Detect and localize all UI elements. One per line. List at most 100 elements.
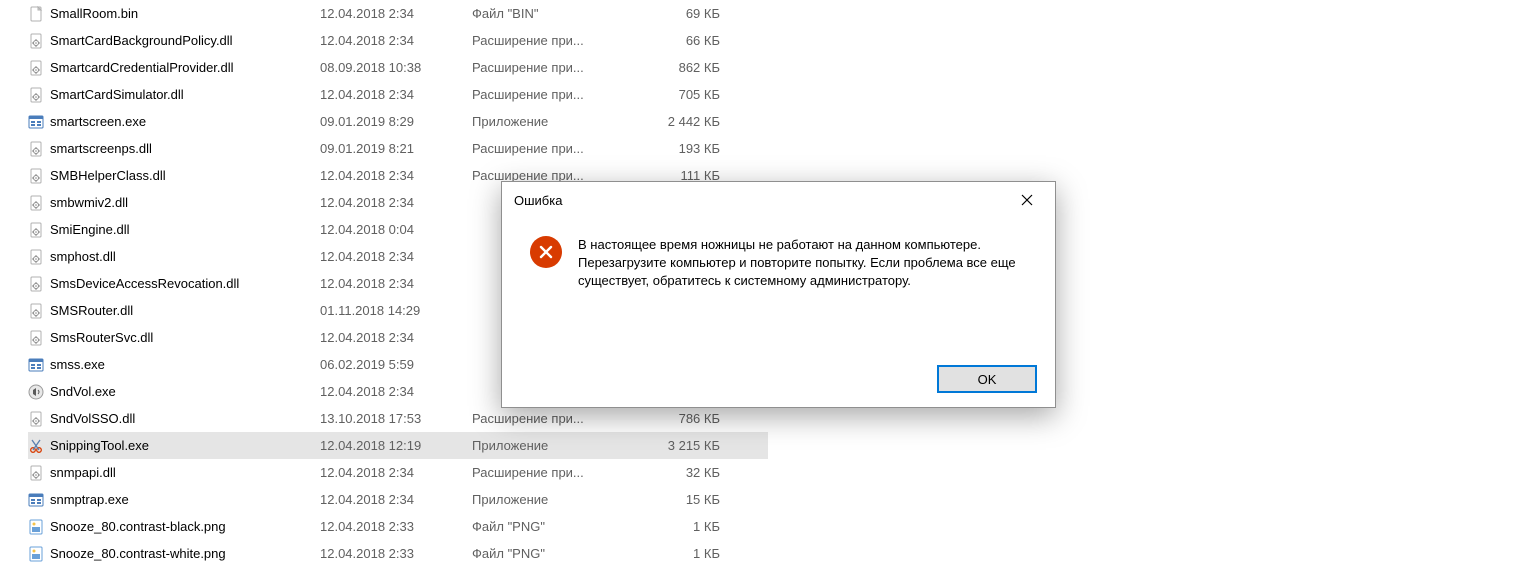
file-dll-icon <box>28 411 44 427</box>
file-date: 12.04.2018 2:34 <box>320 87 472 102</box>
file-exe-icon <box>28 114 44 130</box>
file-row[interactable]: smartscreenps.dll 09.01.2019 8:21Расширен… <box>28 135 768 162</box>
file-size: 66 КБ <box>630 33 720 48</box>
file-date: 08.09.2018 10:38 <box>320 60 472 75</box>
file-size: 15 КБ <box>630 492 720 507</box>
close-icon[interactable] <box>1011 184 1043 216</box>
file-name: snmpapi.dll <box>50 465 116 480</box>
file-date: 01.11.2018 14:29 <box>320 303 472 318</box>
file-sndvol-icon <box>28 384 44 400</box>
file-name: SmallRoom.bin <box>50 6 138 21</box>
file-date: 12.04.2018 2:34 <box>320 276 472 291</box>
file-name: SmartCardBackgroundPolicy.dll <box>50 33 233 48</box>
file-name: Snooze_80.contrast-white.png <box>50 546 226 561</box>
file-date: 12.04.2018 2:34 <box>320 465 472 480</box>
file-name: snmptrap.exe <box>50 492 129 507</box>
file-type: Расширение при... <box>472 411 630 426</box>
file-row[interactable]: smartscreen.exe09.01.2019 8:29Приложение… <box>28 108 768 135</box>
file-row[interactable]: SmartCardSimulator.dll 12.04.2018 2:34Рас… <box>28 81 768 108</box>
file-date: 09.01.2019 8:29 <box>320 114 472 129</box>
file-png-icon <box>28 519 44 535</box>
file-row[interactable]: Snooze_80.contrast-white.png 12.04.2018 2… <box>28 540 768 567</box>
file-size: 786 КБ <box>630 411 720 426</box>
file-date: 12.04.2018 2:33 <box>320 519 472 534</box>
file-dll-icon <box>28 303 44 319</box>
file-row[interactable]: SmallRoom.bin 12.04.2018 2:34Файл "BIN"69… <box>28 0 768 27</box>
file-date: 12.04.2018 2:34 <box>320 492 472 507</box>
ok-button[interactable]: OK <box>937 365 1037 393</box>
file-row[interactable]: snmpapi.dll 12.04.2018 2:34Расширение при… <box>28 459 768 486</box>
file-size: 69 КБ <box>630 6 720 21</box>
file-bin-icon <box>28 6 44 22</box>
file-name: smbwmiv2.dll <box>50 195 128 210</box>
file-png-icon <box>28 546 44 562</box>
file-type: Расширение при... <box>472 465 630 480</box>
file-dll-icon <box>28 276 44 292</box>
file-type: Расширение при... <box>472 141 630 156</box>
file-date: 12.04.2018 2:34 <box>320 384 472 399</box>
file-dll-icon <box>28 465 44 481</box>
file-date: 12.04.2018 2:34 <box>320 249 472 264</box>
file-row[interactable]: SnippingTool.exe 12.04.2018 12:19Приложен… <box>28 432 768 459</box>
dialog-titlebar[interactable]: Ошибка <box>502 182 1055 218</box>
file-snipping-icon <box>28 438 44 454</box>
file-size: 705 КБ <box>630 87 720 102</box>
file-size: 1 КБ <box>630 519 720 534</box>
file-date: 12.04.2018 12:19 <box>320 438 472 453</box>
file-date: 09.01.2019 8:21 <box>320 141 472 156</box>
file-size: 1 КБ <box>630 546 720 561</box>
file-name: SmsDeviceAccessRevocation.dll <box>50 276 239 291</box>
file-dll-icon <box>28 222 44 238</box>
file-type: Расширение при... <box>472 60 630 75</box>
file-row[interactable]: SmartCardBackgroundPolicy.dll 12.04.2018 … <box>28 27 768 54</box>
file-date: 06.02.2019 5:59 <box>320 357 472 372</box>
file-type: Файл "PNG" <box>472 546 630 561</box>
file-date: 13.10.2018 17:53 <box>320 411 472 426</box>
file-date: 12.04.2018 2:34 <box>320 6 472 21</box>
file-date: 12.04.2018 2:34 <box>320 33 472 48</box>
file-name: SmartcardCredentialProvider.dll <box>50 60 234 75</box>
file-size: 862 КБ <box>630 60 720 75</box>
file-exe-icon <box>28 492 44 508</box>
file-date: 12.04.2018 2:33 <box>320 546 472 561</box>
file-type: Приложение <box>472 114 630 129</box>
file-type: Приложение <box>472 438 630 453</box>
file-dll-icon <box>28 87 44 103</box>
file-name: SmsRouterSvc.dll <box>50 330 153 345</box>
file-type: Файл "PNG" <box>472 519 630 534</box>
dialog-title: Ошибка <box>514 193 562 208</box>
file-size: 2 442 КБ <box>630 114 720 129</box>
file-type: Расширение при... <box>472 87 630 102</box>
file-row[interactable]: snmptrap.exe 12.04.2018 2:34Приложение15 … <box>28 486 768 513</box>
file-type: Расширение при... <box>472 33 630 48</box>
file-name: SndVolSSO.dll <box>50 411 135 426</box>
file-date: 12.04.2018 2:34 <box>320 195 472 210</box>
file-name: SMBHelperClass.dll <box>50 168 166 183</box>
file-dll-icon <box>28 168 44 184</box>
file-type: Приложение <box>472 492 630 507</box>
file-name: smphost.dll <box>50 249 116 264</box>
error-icon <box>530 236 562 268</box>
file-name: SmartCardSimulator.dll <box>50 87 184 102</box>
file-row[interactable]: Snooze_80.contrast-black.png12.04.2018 2… <box>28 513 768 540</box>
file-date: 12.04.2018 0:04 <box>320 222 472 237</box>
file-size: 32 КБ <box>630 465 720 480</box>
file-name: SnippingTool.exe <box>50 438 149 453</box>
file-row[interactable]: SmartcardCredentialProvider.dll 08.09.201… <box>28 54 768 81</box>
file-name: SmiEngine.dll <box>50 222 130 237</box>
error-dialog: Ошибка В настоящее время ножницы не рабо… <box>501 181 1056 408</box>
file-date: 12.04.2018 2:34 <box>320 168 472 183</box>
file-name: smartscreenps.dll <box>50 141 152 156</box>
file-name: smss.exe <box>50 357 105 372</box>
file-name: SMSRouter.dll <box>50 303 133 318</box>
file-dll-icon <box>28 195 44 211</box>
dialog-message: В настоящее время ножницы не работают на… <box>578 236 1027 290</box>
file-dll-icon <box>28 60 44 76</box>
file-dll-icon <box>28 249 44 265</box>
file-row[interactable]: SndVolSSO.dll 13.10.2018 17:53Расширение … <box>28 405 768 432</box>
file-dll-icon <box>28 141 44 157</box>
file-dll-icon <box>28 330 44 346</box>
file-date: 12.04.2018 2:34 <box>320 330 472 345</box>
file-size: 193 КБ <box>630 141 720 156</box>
file-type: Файл "BIN" <box>472 6 630 21</box>
